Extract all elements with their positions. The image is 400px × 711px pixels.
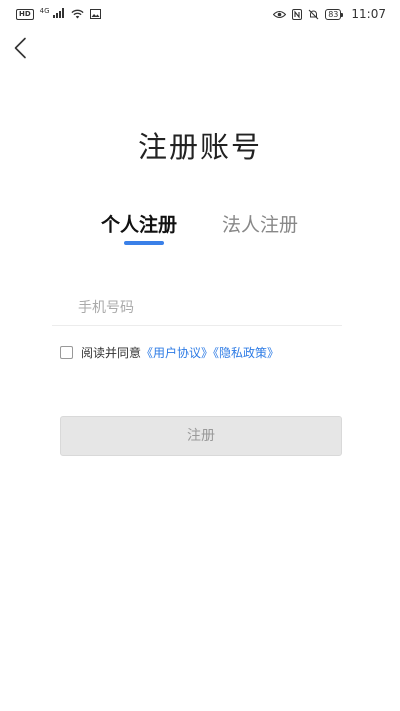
- chevron-left-icon: [14, 37, 26, 59]
- status-bar-right: 83 11:07: [273, 7, 386, 21]
- tab-corporate-registration[interactable]: 法人注册: [222, 210, 298, 237]
- hd-icon: HD: [16, 8, 34, 20]
- register-screen: HD 4G 83 11:07 注册账号 个人注册 法人注册 手机号码 阅读并同意…: [0, 0, 400, 711]
- image-icon: [90, 9, 102, 19]
- privacy-policy-link[interactable]: 《隐私政策》: [213, 346, 279, 360]
- page-title: 注册账号: [137, 130, 262, 164]
- back-button[interactable]: [8, 36, 32, 60]
- agreement-text: 阅读并同意《用户协议》《隐私政策》: [81, 344, 279, 361]
- tab-personal-registration[interactable]: 个人注册: [101, 210, 177, 237]
- wifi-icon: [71, 9, 84, 19]
- phone-field: [52, 290, 342, 326]
- user-agreement-link[interactable]: 《用户协议》: [141, 346, 213, 360]
- agreement-prefix: 阅读并同意: [81, 346, 142, 360]
- battery-icon: 83: [325, 8, 344, 20]
- nfc-icon: [292, 8, 303, 20]
- signal-icon: 4G: [40, 7, 65, 21]
- phone-number-input[interactable]: [52, 290, 342, 325]
- status-bar: HD 4G 83 11:07: [0, 0, 400, 28]
- active-tab-indicator: [124, 241, 164, 245]
- agreement-row: 阅读并同意《用户协议》《隐私政策》: [60, 344, 279, 361]
- network-label: 4G: [39, 7, 50, 16]
- status-bar-left: HD 4G: [16, 7, 102, 21]
- registration-type-tabs: 个人注册 法人注册: [0, 210, 400, 250]
- battery-level: 83: [328, 9, 339, 19]
- register-button[interactable]: 注册: [60, 416, 342, 456]
- status-time: 11:07: [351, 7, 386, 21]
- agreement-checkbox[interactable]: [60, 346, 73, 359]
- mute-icon: [308, 9, 319, 20]
- eye-icon: [273, 10, 287, 19]
